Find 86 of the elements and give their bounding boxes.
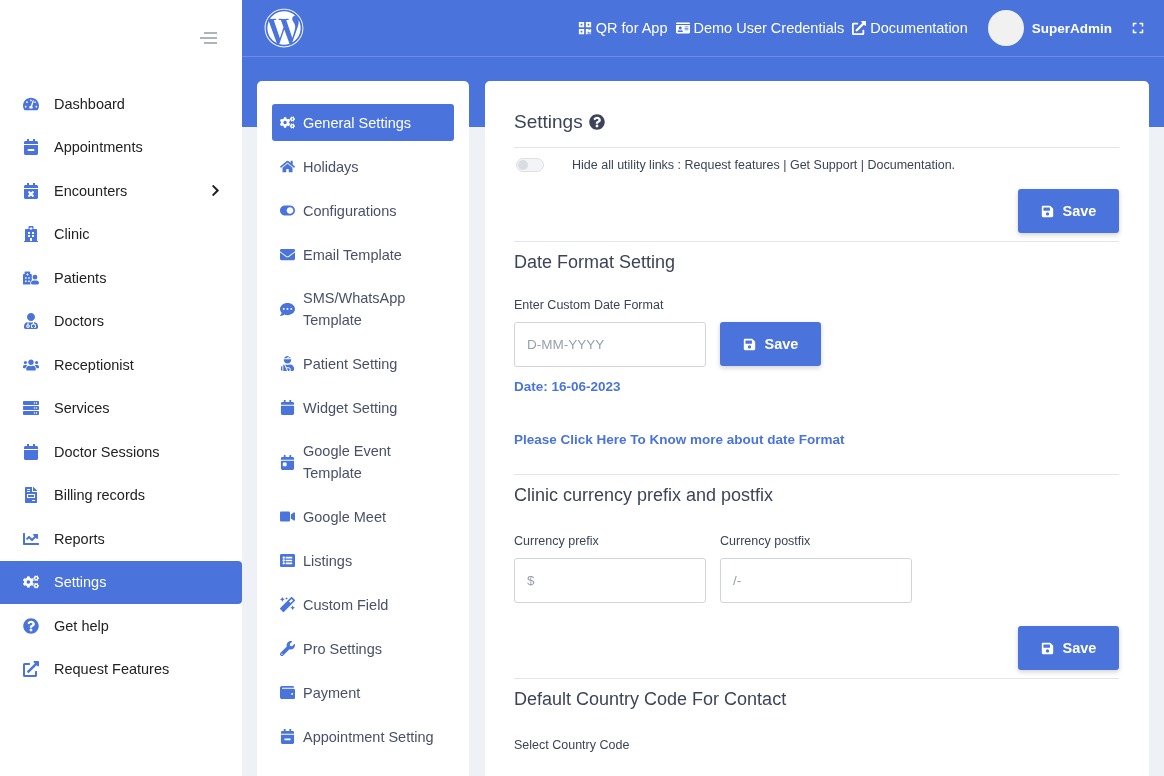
toggle-icon [280, 203, 295, 218]
settings-nav-item[interactable]: Appointment Setting [272, 718, 454, 755]
calendar-icon [23, 182, 39, 199]
save-button[interactable]: Save [1018, 189, 1119, 233]
user-name: SuperAdmin [1031, 20, 1112, 36]
help-icon [23, 617, 39, 634]
calendar-icon [280, 454, 295, 470]
header-link[interactable]: Documentation [852, 20, 968, 36]
section-heading: Default Country Code For Contact [514, 689, 788, 710]
sidebar-item[interactable]: Doctors [0, 299, 242, 343]
settings-nav-item[interactable]: Custom Field [272, 586, 454, 623]
toggle-switch[interactable] [516, 158, 544, 172]
field-label: Enter Custom Date Format [514, 298, 665, 312]
sidebar-item[interactable]: Encounters [0, 169, 242, 213]
page-title: Settings [514, 111, 583, 133]
save-icon [742, 337, 756, 351]
section-heading: Date Format Setting [514, 252, 677, 273]
sidebar-item[interactable]: Dashboard [0, 82, 242, 126]
wallet-icon [280, 685, 295, 700]
sidebar-item[interactable]: Appointments [0, 125, 242, 169]
video-icon [280, 509, 295, 524]
hospital-icon [23, 226, 39, 243]
sidebar-item[interactable]: Request Features [0, 647, 242, 691]
sidebar-item[interactable]: Reports [0, 517, 242, 561]
logo-icon [264, 8, 304, 48]
field-label: Select Country Code [514, 738, 631, 752]
id-card-icon [675, 21, 690, 35]
house-icon [280, 159, 295, 174]
server-icon [23, 400, 39, 417]
sidebar-item[interactable]: Receptionist [0, 343, 242, 387]
settings-nav-item[interactable]: Listings [272, 542, 454, 579]
patients-icon [23, 269, 39, 286]
document-icon [23, 487, 39, 504]
date-preview: Date: 16-06-2023 [514, 379, 622, 394]
currency-postfix-field[interactable]: /- [720, 558, 912, 603]
header-link[interactable]: QR for App [577, 20, 668, 36]
external-link-icon [23, 661, 39, 678]
section-heading: Clinic currency prefix and postfix [514, 485, 775, 506]
settings-nav-item[interactable]: General Settings [272, 104, 454, 141]
settings-nav-item[interactable]: SMS/WhatsApp Template [272, 280, 454, 338]
toggle-label: Hide all utility links : Request features | Get Support | Documentation. [572, 158, 956, 172]
help-icon[interactable] [588, 114, 605, 130]
fullscreen-icon[interactable] [1132, 22, 1144, 34]
settings-nav-item[interactable]: Google Event Template [272, 433, 454, 491]
magic-wand-icon [280, 597, 295, 612]
date-format-help-link[interactable]: Please Click Here To Know more about date Format [514, 432, 845, 447]
settings-nav-item[interactable]: Google Meet [272, 498, 454, 535]
save-icon [1040, 641, 1054, 655]
sidebar-item[interactable]: Billing records [0, 473, 242, 517]
list-icon [280, 553, 295, 568]
gears-icon [280, 115, 295, 130]
settings-nav-item[interactable]: Payment [272, 674, 454, 711]
settings-nav-item[interactable]: Email Template [272, 236, 454, 273]
gears-icon [23, 574, 39, 591]
wrench-icon [280, 641, 295, 656]
date-format-field[interactable]: D-MM-YYYY [514, 322, 706, 367]
calendar-icon [23, 443, 39, 460]
doctor-icon [23, 313, 39, 330]
sidebar-item[interactable]: Settings [0, 560, 242, 604]
save-button[interactable]: Save [1018, 626, 1119, 670]
header-link[interactable]: Demo User Credentials [675, 20, 845, 36]
chart-icon [23, 530, 39, 547]
qr-code-icon [577, 21, 592, 35]
field-label: Currency postfix [720, 534, 812, 548]
field-label: Currency prefix [514, 534, 600, 548]
envelope-icon [280, 247, 295, 262]
calendar-icon [23, 139, 39, 156]
sidebar-item[interactable]: Clinic [0, 212, 242, 256]
chat-icon [280, 301, 295, 317]
sidebar-item[interactable]: Patients [0, 256, 242, 300]
calendar-icon [280, 729, 295, 744]
save-icon [1040, 204, 1054, 218]
settings-nav-item[interactable]: Widget Setting [272, 389, 454, 426]
settings-nav-item[interactable]: Holidays [272, 148, 454, 185]
save-button[interactable]: Save [720, 322, 821, 366]
calendar-icon [280, 400, 295, 415]
settings-nav-item[interactable]: Patient Setting [272, 345, 454, 382]
currency-prefix-field[interactable]: $ [514, 558, 706, 603]
patient-icon [280, 356, 295, 371]
sidebar-item[interactable]: Get help [0, 604, 242, 648]
settings-nav-item[interactable]: Pro Settings [272, 630, 454, 667]
external-link-icon [852, 21, 867, 35]
sidebar-item[interactable]: Doctor Sessions [0, 430, 242, 474]
sidebar-item[interactable]: Services [0, 386, 242, 430]
settings-nav-item[interactable]: Configurations [272, 192, 454, 229]
dashboard-icon [23, 95, 39, 112]
